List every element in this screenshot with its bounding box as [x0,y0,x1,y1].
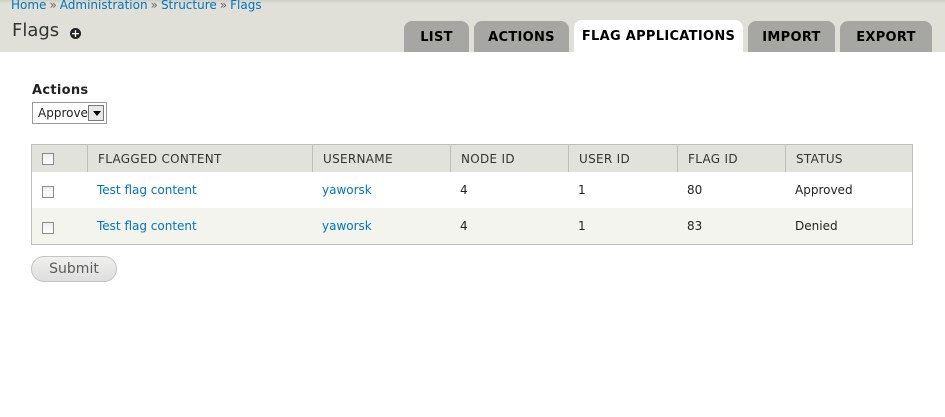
breadcrumb-separator: » [219,0,228,12]
tab-export[interactable]: Export [840,21,932,52]
column-header-flagged-content[interactable]: Flagged Content [87,145,312,172]
breadcrumb-separator: » [49,0,57,12]
plus-circle-icon[interactable]: + [70,28,81,39]
breadcrumb-separator: » [150,0,158,12]
breadcrumb-structure[interactable]: Structure [161,0,217,12]
tab-actions[interactable]: Actions [474,21,569,52]
actions-select-value: Approve [38,106,88,120]
flagged-content-link[interactable]: Test flag content [97,219,197,233]
table-row: Test flag content yaworsk 4 1 80 Approve… [32,172,912,208]
page-title: Flags [12,20,60,41]
tab-import[interactable]: Import [748,21,835,52]
dropdown-arrow-icon[interactable] [88,105,104,121]
table-header: Flagged Content Username Node ID User ID… [32,145,912,172]
submit-button[interactable]: Submit [31,256,117,282]
user-id-cell: 1 [578,183,586,197]
flag-id-cell: 80 [687,183,703,197]
breadcrumb: Home» Administration» Structure» Flags [11,0,262,12]
tab-list[interactable]: List [404,21,469,52]
select-all-cell [32,145,87,172]
column-header-username[interactable]: Username [312,145,450,172]
row-checkbox[interactable] [42,222,54,234]
user-id-cell: 1 [578,219,586,233]
header-band: Home» Administration» Structure» Flags Flag… [0,0,945,52]
flag-id-cell: 83 [687,219,703,233]
username-cell: yaworsk [312,172,450,208]
column-header-flag-id[interactable]: Flag ID [677,145,785,172]
table-row: Test flag content yaworsk 4 1 83 Denied [32,208,912,244]
select-all-checkbox[interactable] [42,153,54,165]
flagged-content-link[interactable]: Test flag content [97,183,197,197]
row-checkbox[interactable] [42,186,54,198]
flagged-content-cell: Test flag content [87,172,312,208]
actions-label: Actions [32,83,89,98]
status-cell: Denied [795,219,838,233]
column-header-status[interactable]: Status [785,145,912,172]
username-link[interactable]: yaworsk [322,219,372,233]
row-select-cell [32,172,87,208]
flagged-content-cell: Test flag content [87,208,312,244]
username-cell: yaworsk [312,208,450,244]
status-cell: Approved [795,183,853,197]
node-id-cell: 4 [460,219,468,233]
username-link[interactable]: yaworsk [322,183,372,197]
column-header-user-id[interactable]: User ID [568,145,677,172]
tab-flag-applications[interactable]: Flag Applications [574,20,743,52]
breadcrumb-home[interactable]: Home [11,0,46,12]
actions-select[interactable]: Approve [32,102,107,124]
breadcrumb-flags[interactable]: Flags [230,0,261,12]
column-header-node-id[interactable]: Node ID [450,145,568,172]
flag-applications-table: Flagged Content Username Node ID User ID… [31,144,913,245]
node-id-cell: 4 [460,183,468,197]
breadcrumb-administration[interactable]: Administration [60,0,148,12]
row-select-cell [32,208,87,244]
